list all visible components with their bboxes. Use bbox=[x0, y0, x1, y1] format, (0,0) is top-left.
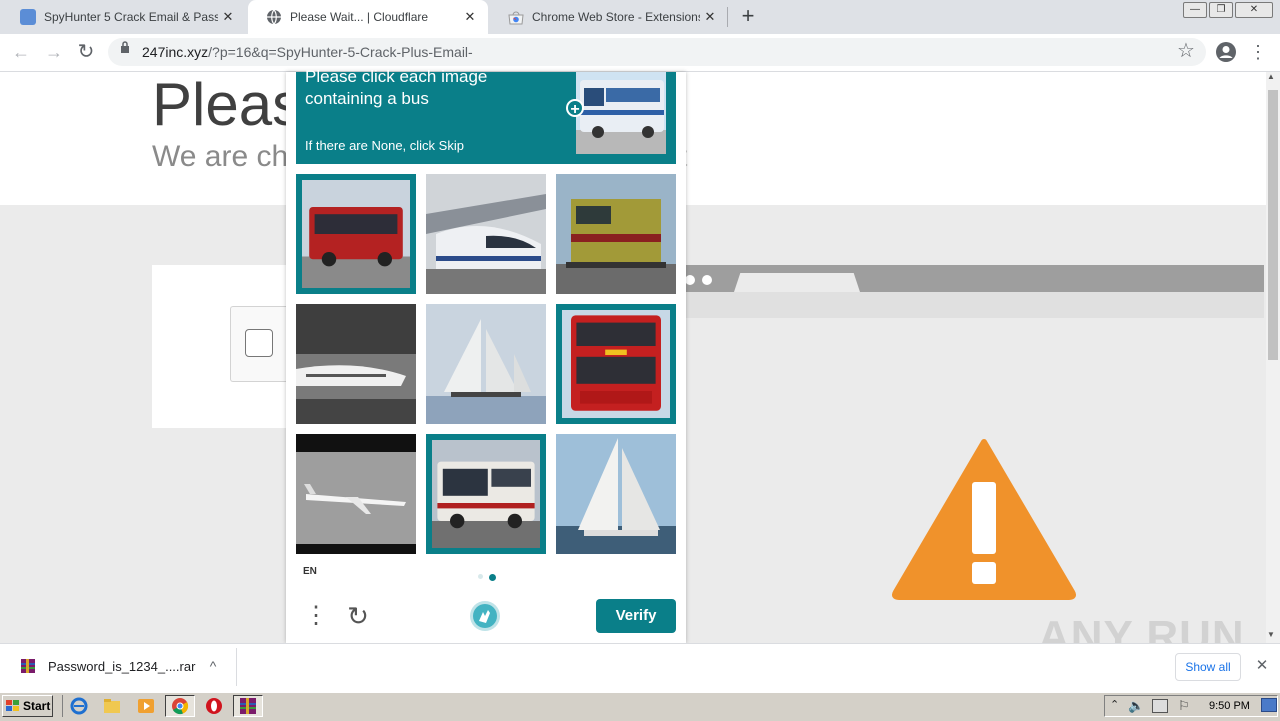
chrome-taskbar-button[interactable] bbox=[165, 695, 195, 717]
taskbar-divider bbox=[62, 695, 63, 717]
captcha-prompt-line1: Please click each image bbox=[305, 67, 488, 86]
scroll-down-arrow-icon[interactable]: ▼ bbox=[1267, 630, 1275, 639]
winrar-icon bbox=[240, 698, 256, 714]
captcha-image-tile-sailboat[interactable] bbox=[556, 434, 676, 554]
url-text[interactable]: 247inc.xyz/?p=16&q=SpyHunter-5-Crack-Plu… bbox=[142, 44, 473, 60]
windows-logo-icon bbox=[6, 700, 19, 711]
volume-icon[interactable]: 🔈 bbox=[1128, 698, 1144, 714]
tab-separator bbox=[727, 7, 728, 27]
captcha-image-tile-red-bus[interactable] bbox=[296, 174, 416, 294]
page-indicator-dot bbox=[478, 574, 483, 579]
winrar-file-icon bbox=[20, 658, 36, 674]
tab-close-icon[interactable]: ✕ bbox=[700, 9, 720, 25]
file-explorer-icon[interactable] bbox=[103, 697, 121, 715]
tab-title: Chrome Web Store - Extensions bbox=[532, 10, 700, 24]
forward-button[interactable]: → bbox=[43, 41, 65, 63]
captcha-image bbox=[432, 440, 540, 548]
start-button[interactable]: Start bbox=[2, 695, 53, 717]
reload-button[interactable]: ↻ bbox=[75, 41, 97, 63]
close-window-button[interactable]: ✕ bbox=[1235, 2, 1273, 18]
chrome-web-store-icon bbox=[508, 9, 524, 25]
new-tab-button[interactable]: + bbox=[737, 5, 759, 28]
network-icon[interactable] bbox=[1152, 699, 1168, 713]
captcha-image bbox=[556, 434, 676, 554]
captcha-image bbox=[426, 304, 546, 424]
captcha-image-tile-locomotive[interactable] bbox=[556, 174, 676, 294]
captcha-image-tile-high-speed-train[interactable] bbox=[426, 174, 546, 294]
tab-cloudflare[interactable]: Please Wait... | Cloudflare ✕ bbox=[248, 0, 488, 34]
tab-close-icon[interactable]: ✕ bbox=[218, 9, 238, 25]
clock[interactable]: 9:50 PM bbox=[1209, 700, 1250, 712]
tab-spyhunter[interactable]: SpyHunter 5 Crack Email & Password ✕ bbox=[2, 0, 246, 34]
zoom-plus-icon[interactable]: + bbox=[566, 99, 584, 118]
action-center-flag-icon[interactable]: ⚐ bbox=[1178, 698, 1190, 714]
captcha-prompt-header: Please click each image containing a bus… bbox=[296, 67, 676, 164]
globe-icon bbox=[266, 9, 282, 25]
download-options-chevron-icon[interactable]: ^ bbox=[205, 656, 221, 676]
captcha-image bbox=[302, 180, 410, 288]
more-options-button[interactable]: ⋮ bbox=[304, 601, 328, 631]
captcha-image-tile-airplane-on-ground[interactable] bbox=[296, 304, 416, 424]
show-all-downloads-button[interactable]: Show all bbox=[1175, 653, 1241, 681]
watermark: ANY RUN bbox=[1038, 612, 1245, 643]
tray-expand-icon[interactable]: ⌃ bbox=[1110, 698, 1119, 711]
scrollbar-thumb[interactable] bbox=[1268, 90, 1278, 360]
url-path: /?p=16&q=SpyHunter-5-Crack-Plus-Email- bbox=[208, 44, 473, 60]
scroll-up-arrow-icon[interactable]: ▲ bbox=[1267, 72, 1275, 81]
back-button[interactable]: ← bbox=[10, 41, 32, 63]
captcha-image-tile-airplane-in-flight[interactable] bbox=[296, 434, 416, 554]
captcha-image bbox=[426, 174, 546, 294]
lock-icon[interactable] bbox=[120, 41, 130, 53]
captcha-hint: If there are None, click Skip bbox=[305, 138, 464, 153]
captcha-image-tile-white-bus[interactable] bbox=[426, 434, 546, 554]
hcaptcha-logo-icon bbox=[470, 601, 500, 631]
opera-icon[interactable] bbox=[205, 697, 223, 715]
captcha-image bbox=[556, 174, 676, 294]
illustration-dot bbox=[702, 275, 712, 285]
captcha-image bbox=[296, 434, 416, 554]
start-label: Start bbox=[23, 699, 51, 713]
media-player-icon[interactable] bbox=[137, 697, 155, 715]
illustration-tab bbox=[734, 273, 860, 292]
captcha-prompt-line2: containing a bus bbox=[305, 89, 429, 108]
language-selector[interactable]: EN bbox=[303, 566, 317, 577]
url-host: 247inc.xyz bbox=[142, 44, 209, 60]
site-favicon-icon bbox=[20, 9, 36, 25]
bookmark-star-icon[interactable]: ☆ bbox=[1175, 40, 1197, 62]
winrar-taskbar-button[interactable] bbox=[233, 695, 263, 717]
chrome-menu-button[interactable]: ⋮ bbox=[1247, 41, 1269, 63]
download-filename[interactable]: Password_is_1234_....rar bbox=[48, 659, 195, 674]
tab-close-icon[interactable]: ✕ bbox=[460, 9, 480, 25]
tab-chrome-web-store[interactable]: Chrome Web Store - Extensions ✕ bbox=[490, 0, 728, 34]
download-divider bbox=[236, 648, 237, 686]
minimize-button[interactable]: — bbox=[1183, 2, 1207, 18]
profile-icon[interactable] bbox=[1215, 41, 1237, 63]
page-indicator-dot-active bbox=[489, 574, 496, 581]
close-download-bar-icon[interactable]: ✕ bbox=[1252, 656, 1272, 676]
page-title: Pleas bbox=[152, 72, 303, 138]
illustration-browser-toolbar bbox=[686, 292, 1264, 318]
internet-explorer-icon[interactable] bbox=[70, 697, 88, 715]
captcha-image bbox=[296, 304, 416, 424]
refresh-challenge-button[interactable]: ↻ bbox=[343, 601, 373, 631]
verify-button[interactable]: Verify bbox=[596, 599, 676, 633]
captcha-image-tile-sailboat[interactable] bbox=[426, 304, 546, 424]
chrome-icon bbox=[172, 698, 189, 715]
tab-title: Please Wait... | Cloudflare bbox=[290, 10, 429, 24]
captcha-image-tile-double-decker-bus[interactable] bbox=[556, 304, 676, 424]
sample-bus-image bbox=[576, 72, 666, 154]
tab-title: SpyHunter 5 Crack Email & Password bbox=[44, 10, 218, 24]
captcha-image bbox=[562, 310, 670, 418]
page-subtitle: We are che bbox=[152, 140, 305, 173]
show-desktop-icon[interactable] bbox=[1261, 698, 1277, 712]
captcha-checkbox[interactable] bbox=[245, 329, 273, 357]
restore-button[interactable]: ❐ bbox=[1209, 2, 1233, 18]
warning-icon bbox=[892, 439, 1076, 600]
illustration-dot bbox=[685, 275, 695, 285]
